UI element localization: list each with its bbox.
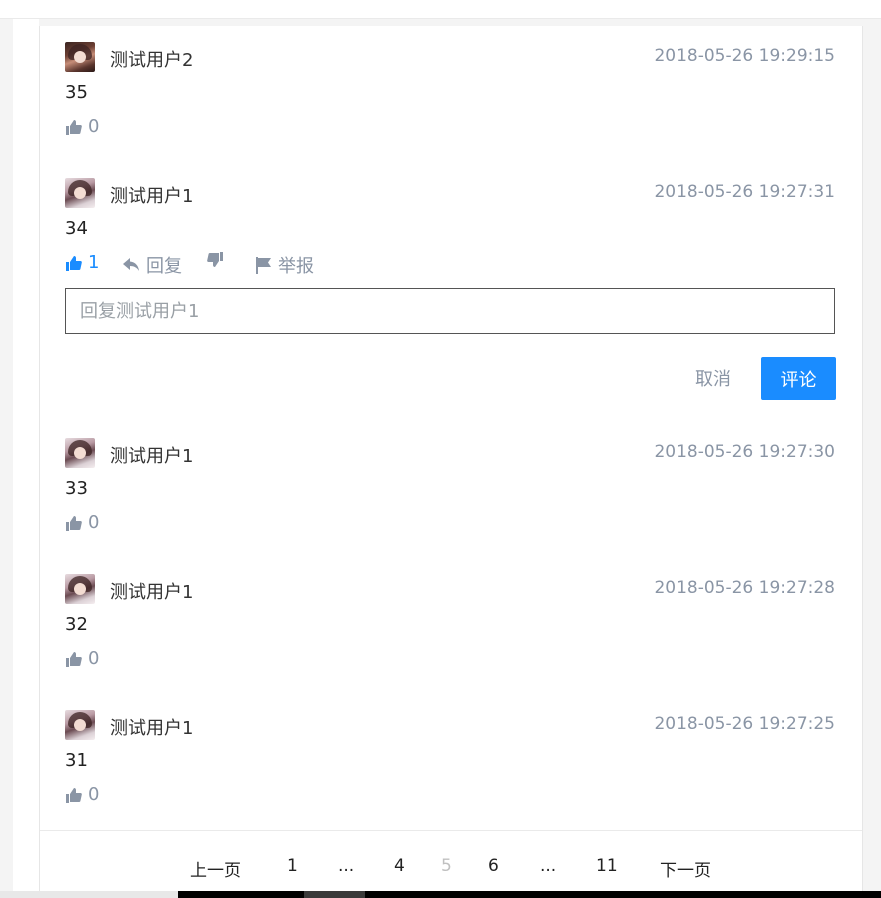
prev-page-button[interactable]: 上一页 — [190, 856, 241, 881]
comment-actions: 1 回复 举报 — [65, 252, 835, 282]
left-margin — [13, 19, 39, 898]
thumbs-up-icon — [66, 651, 82, 667]
comment-time: 2018-05-26 19:27:28 — [654, 578, 835, 598]
comment-item: 测试用户1 2018-05-26 19:27:31 34 1 回复 举报 — [65, 178, 835, 282]
thumbs-up-icon — [66, 119, 82, 135]
comment-time: 2018-05-26 19:27:30 — [654, 442, 835, 462]
comment-actions: 0 — [65, 512, 835, 542]
comment-actions: 0 — [65, 116, 835, 146]
cancel-button[interactable]: 取消 — [683, 357, 743, 399]
comment-text: 32 — [65, 614, 88, 635]
submit-comment-button[interactable]: 评论 — [761, 357, 836, 400]
flag-icon — [256, 256, 271, 274]
comment-panel: 测试用户2 2018-05-26 19:29:15 35 0 测试用户1 201… — [39, 26, 863, 892]
page-6[interactable]: 6 — [488, 856, 499, 876]
avatar[interactable] — [65, 42, 95, 72]
reply-arrow-icon — [123, 258, 139, 271]
page-11[interactable]: 11 — [596, 856, 618, 876]
thumbs-up-icon — [66, 515, 82, 531]
comment-text: 31 — [65, 750, 88, 771]
comment-time: 2018-05-26 19:27:31 — [654, 182, 835, 202]
comment-actions: 0 — [65, 784, 835, 814]
taskbar-strip — [178, 891, 881, 898]
reply-button[interactable]: 回复 — [123, 252, 182, 278]
page-5-current: 5 — [441, 856, 452, 876]
comment-header: 测试用户1 2018-05-26 19:27:30 — [65, 438, 835, 470]
username[interactable]: 测试用户1 — [110, 714, 193, 740]
report-button[interactable]: 举报 — [255, 252, 314, 278]
comment-header: 测试用户1 2018-05-26 19:27:31 — [65, 178, 835, 210]
comment-item: 测试用户2 2018-05-26 19:29:15 35 0 — [65, 42, 835, 146]
avatar[interactable] — [65, 574, 95, 604]
avatar[interactable] — [65, 438, 95, 468]
comment-item: 测试用户1 2018-05-26 19:27:28 32 0 — [65, 574, 835, 678]
comment-header: 测试用户1 2018-05-26 19:27:28 — [65, 574, 835, 606]
like-button[interactable]: 0 — [65, 648, 99, 669]
like-button[interactable]: 0 — [65, 784, 99, 805]
comment-text: 33 — [65, 478, 88, 499]
comment-text: 34 — [65, 218, 88, 239]
comment-header: 测试用户1 2018-05-26 19:27:25 — [65, 710, 835, 742]
comment-text: 35 — [65, 82, 88, 103]
comment-time: 2018-05-26 19:29:15 — [654, 46, 835, 66]
page-4[interactable]: 4 — [394, 856, 405, 876]
like-count: 0 — [88, 784, 100, 805]
pagination-divider — [40, 830, 862, 831]
page-ellipsis[interactable]: ... — [540, 856, 556, 876]
thumbs-up-icon — [66, 255, 82, 271]
avatar[interactable] — [65, 178, 95, 208]
username[interactable]: 测试用户2 — [110, 46, 193, 72]
like-count: 1 — [88, 252, 100, 273]
reply-label: 回复 — [146, 256, 182, 277]
like-button[interactable]: 0 — [65, 512, 99, 533]
like-button[interactable]: 0 — [65, 116, 99, 137]
page-1[interactable]: 1 — [287, 856, 298, 876]
report-label: 举报 — [278, 256, 314, 277]
username[interactable]: 测试用户1 — [110, 182, 193, 208]
pagination: 上一页 1 ... 4 5 6 ... 11 下一页 — [40, 852, 862, 882]
like-button[interactable]: 1 — [65, 252, 99, 273]
username[interactable]: 测试用户1 — [110, 442, 193, 468]
comment-item: 测试用户1 2018-05-26 19:27:30 33 0 — [65, 438, 835, 542]
page-ellipsis[interactable]: ... — [338, 856, 354, 876]
thumbs-up-icon — [66, 787, 82, 803]
username[interactable]: 测试用户1 — [110, 578, 193, 604]
like-count: 0 — [88, 648, 100, 669]
reply-input[interactable] — [65, 288, 835, 334]
comment-time: 2018-05-26 19:27:25 — [654, 714, 835, 734]
next-page-button[interactable]: 下一页 — [660, 856, 711, 881]
dislike-button[interactable] — [207, 252, 224, 268]
top-bar — [0, 0, 881, 19]
comment-header: 测试用户2 2018-05-26 19:29:15 — [65, 42, 835, 74]
thumbs-down-icon — [207, 252, 223, 267]
comment-item: 测试用户1 2018-05-26 19:27:25 31 0 — [65, 710, 835, 814]
avatar[interactable] — [65, 710, 95, 740]
like-count: 0 — [88, 116, 100, 137]
scrollbar-thumb[interactable] — [304, 891, 365, 898]
like-count: 0 — [88, 512, 100, 533]
comment-actions: 0 — [65, 648, 835, 678]
